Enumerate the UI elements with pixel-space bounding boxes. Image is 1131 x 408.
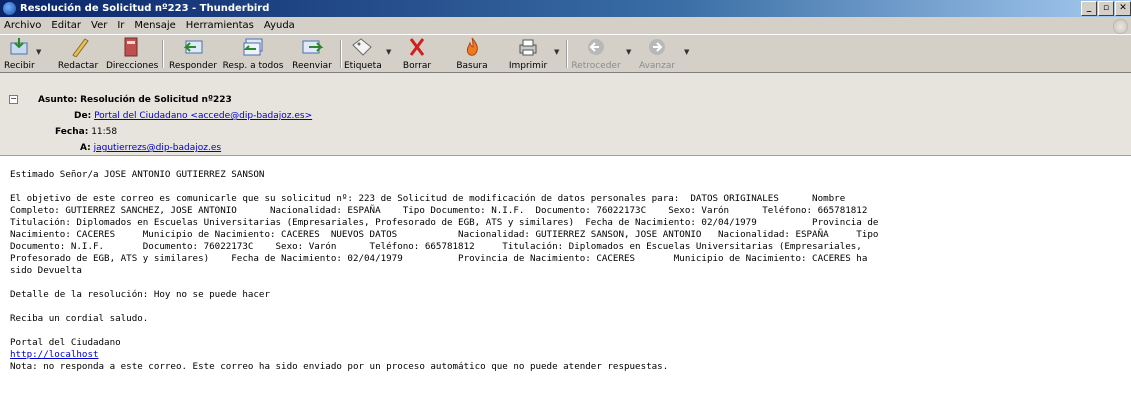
from-row: De: Portal del Ciudadano <accede@dip-bad… <box>74 111 312 121</box>
main-toolbar: Recibir ▼ Redactar Direcciones Responder… <box>0 34 1131 73</box>
tag-dropdown-icon[interactable]: ▼ <box>386 48 391 56</box>
menu-mensaje[interactable]: Mensaje <box>134 20 175 31</box>
menu-ayuda[interactable]: Ayuda <box>264 20 295 31</box>
reply-button[interactable]: Responder <box>167 37 219 71</box>
printer-icon <box>515 37 541 57</box>
resolution-detail-text: Detalle de la resolución: Hoy no se pued… <box>10 289 270 300</box>
window-title: Resolución de Solicitud nº223 - Thunderb… <box>20 3 270 14</box>
write-button[interactable]: Redactar <box>54 37 102 71</box>
from-label: De: <box>74 111 92 121</box>
body-line: Completo: GUTIERREZ SANCHEZ, JOSE ANTONI… <box>10 205 868 216</box>
date-row: Fecha: 11:58 <box>55 127 117 137</box>
menu-ver[interactable]: Ver <box>91 20 107 31</box>
window-titlebar: Resolución de Solicitud nº223 - Thunderb… <box>0 0 1131 17</box>
menu-editar[interactable]: Editar <box>51 20 81 31</box>
address-book-icon <box>118 37 144 57</box>
body-line: Titulación: Diplomados en Escuelas Unive… <box>10 217 879 228</box>
window-controls: _ ▫ ✕ <box>1081 1 1131 16</box>
back-dropdown-icon[interactable]: ▼ <box>626 48 631 56</box>
forward-icon <box>299 37 325 57</box>
subject-row: Asunto: Resolución de Solicitud nº223 <box>38 95 232 105</box>
activity-throbber-icon <box>1113 19 1128 34</box>
body-line: Profesorado de EGB, ATS y similares) Fec… <box>10 253 868 264</box>
menu-herramientas[interactable]: Herramientas <box>186 20 254 31</box>
forward-nav-dropdown-icon[interactable]: ▼ <box>684 48 689 56</box>
to-row: A: jagutierrezs@dip-badajoz.es <box>80 143 221 153</box>
body-line: sido Devuelta <box>10 265 82 276</box>
back-arrow-icon <box>583 37 609 57</box>
reply-all-icon <box>240 37 266 57</box>
toolbar-separator <box>162 40 164 68</box>
body-line: Documento: N.I.F. Documento: 76022173C S… <box>10 241 862 252</box>
localhost-link[interactable]: http://localhost <box>10 349 1125 361</box>
tag-icon <box>349 37 375 57</box>
closing-text: Reciba un cordial saludo. <box>10 313 149 324</box>
thunderbird-app-icon <box>3 2 16 15</box>
menu-bar: Archivo Editar Ver Ir Mensaje Herramient… <box>0 17 1131 34</box>
delete-x-icon <box>404 37 430 57</box>
toolbar-separator <box>566 40 568 68</box>
to-label: A: <box>80 143 91 153</box>
tag-button[interactable]: Etiqueta <box>344 37 382 71</box>
message-body: Estimado Señor/a JOSE ANTONIO GUTIERREZ … <box>10 157 1125 373</box>
get-mail-icon <box>6 37 32 57</box>
note-text: Nota: no responda a este correo. Este co… <box>10 361 669 372</box>
date-value: 11:58 <box>91 127 118 137</box>
forward-button[interactable]: Reenviar <box>290 37 334 71</box>
pencil-icon <box>65 37 91 58</box>
collapse-headers-toggle[interactable]: − <box>9 95 18 104</box>
signature-text: Portal del Ciudadano <box>10 337 121 348</box>
junk-button[interactable]: Basura <box>454 37 490 71</box>
get-mail-dropdown-icon[interactable]: ▼ <box>36 48 41 56</box>
subject-value: Resolución de Solicitud nº223 <box>80 95 232 105</box>
delete-button[interactable]: Borrar <box>400 37 434 71</box>
print-button[interactable]: Imprimir <box>508 37 548 71</box>
menu-ir[interactable]: Ir <box>117 20 124 31</box>
flame-icon <box>459 37 485 57</box>
reply-all-button[interactable]: Resp. a todos <box>222 37 284 71</box>
greeting-text: Estimado Señor/a JOSE ANTONIO GUTIERREZ … <box>10 169 265 180</box>
address-book-button[interactable]: Direcciones <box>106 37 158 71</box>
menu-archivo[interactable]: Archivo <box>4 20 41 31</box>
date-label: Fecha: <box>55 127 89 137</box>
toolbar-separator <box>340 40 342 68</box>
forward-arrow-icon <box>644 37 670 57</box>
body-line: Nacimiento: CACERES Municipio de Nacimie… <box>10 229 879 240</box>
reply-icon <box>180 37 206 57</box>
subject-label: Asunto: <box>38 95 78 105</box>
to-address-link[interactable]: jagutierrezs@dip-badajoz.es <box>94 143 221 153</box>
print-dropdown-icon[interactable]: ▼ <box>554 48 559 56</box>
back-button[interactable]: Retroceder <box>570 37 622 71</box>
body-line: El objetivo de este correo es comunicarl… <box>10 193 846 204</box>
restore-button[interactable]: ▫ <box>1098 1 1114 16</box>
minimize-button[interactable]: _ <box>1081 1 1097 16</box>
close-button[interactable]: ✕ <box>1115 1 1131 16</box>
get-mail-button[interactable]: Recibir <box>4 37 35 71</box>
forward-nav-button[interactable]: Avanzar <box>636 37 678 71</box>
from-address-link[interactable]: Portal del Ciudadano <accede@dip-badajoz… <box>94 111 312 121</box>
